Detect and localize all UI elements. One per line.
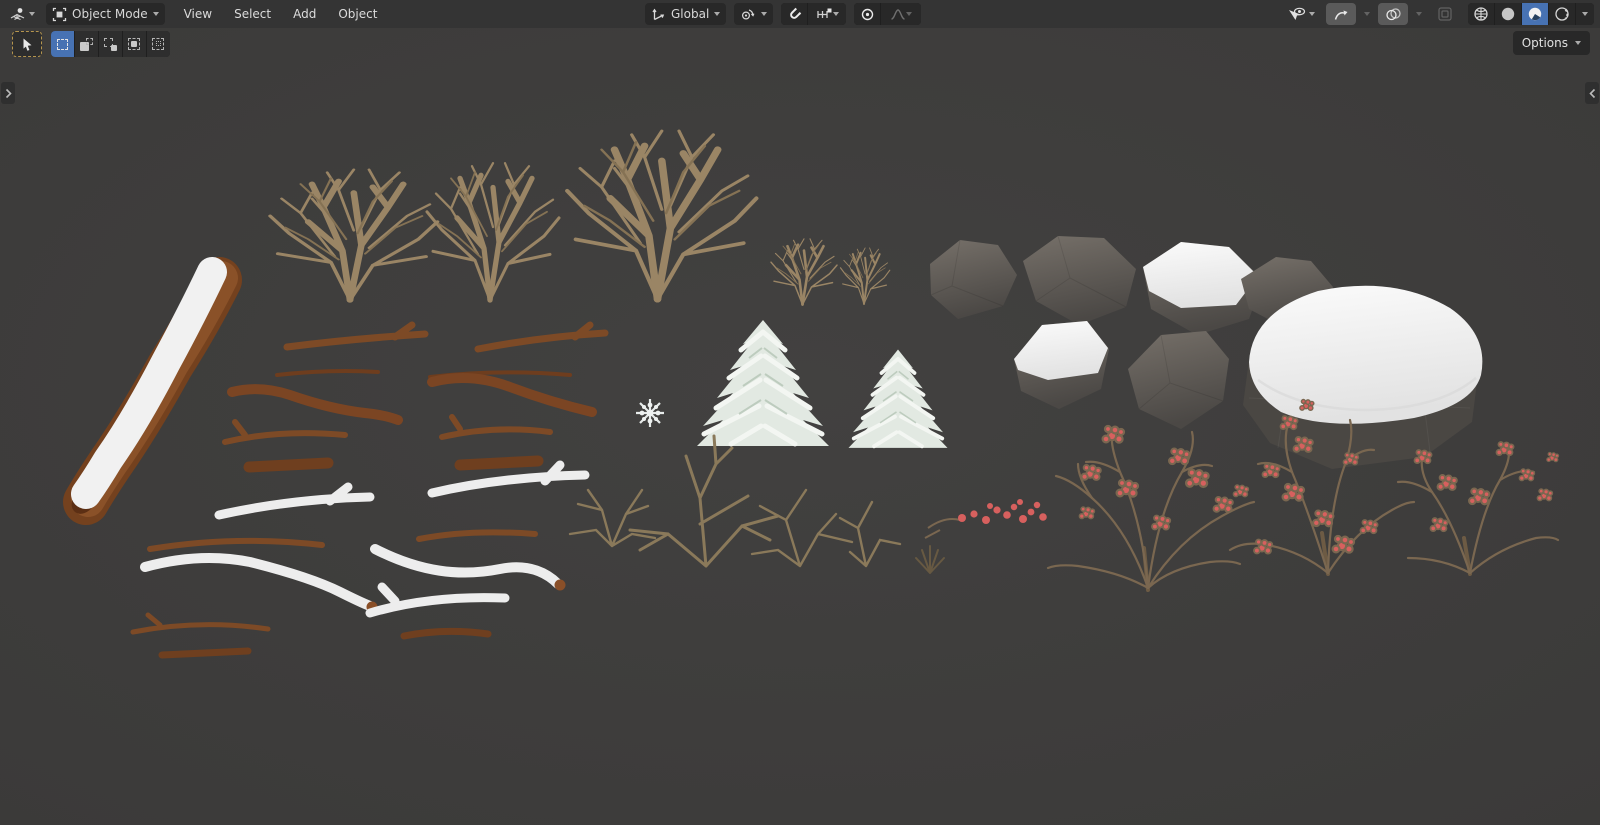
gizmos-dropdown-chevron[interactable]: [1364, 12, 1370, 16]
menu-view[interactable]: View: [173, 3, 223, 25]
chevron-down-icon: [1309, 12, 1315, 16]
mode-selector[interactable]: Object Mode: [46, 3, 165, 25]
object-mode-icon: [52, 7, 67, 21]
material-preview-shading-icon: [1528, 7, 1542, 21]
shading-solid-button[interactable]: [1495, 3, 1521, 25]
pivot-point-dropdown[interactable]: [734, 3, 774, 25]
falloff-curve-icon: [891, 8, 906, 20]
orientation-axes-icon: [652, 8, 665, 20]
shading-wireframe-button[interactable]: [1468, 3, 1494, 25]
mode-selector-label: Object Mode: [72, 7, 148, 21]
select-subtract-icon: [104, 37, 117, 51]
select-mode-intersect[interactable]: [147, 31, 170, 57]
snap-with-dropdown[interactable]: [808, 3, 847, 25]
proportional-falloff-dropdown[interactable]: [881, 3, 922, 25]
snapping-group: [781, 3, 847, 25]
chevron-down-icon: [1582, 12, 1588, 16]
chevron-right-icon: [5, 88, 12, 98]
snowflake-plant-object[interactable]: [636, 399, 664, 427]
wireframe-shading-icon: [1474, 7, 1488, 21]
menu-add[interactable]: Add: [282, 3, 327, 25]
chevron-down-icon: [761, 12, 768, 16]
select-set-icon: [57, 38, 68, 50]
menu-object[interactable]: Object: [327, 3, 388, 25]
select-mode-extend[interactable]: [75, 31, 98, 57]
pivot-point-icon: [742, 8, 755, 20]
snap-increment-icon: [817, 8, 832, 18]
sidebar-region-expand-toggle[interactable]: [1585, 82, 1599, 104]
viewport-header: Object Mode View Select Add Object Globa…: [0, 0, 1600, 28]
transform-orientation-label: Global: [671, 7, 710, 21]
chevron-down-icon: [152, 12, 159, 16]
object-visibility-dropdown[interactable]: [1284, 3, 1318, 25]
select-invert-icon: [128, 37, 141, 51]
select-mode-group: [51, 31, 170, 57]
object-visibility-eye-icon: [1289, 7, 1306, 20]
gizmo-arrow-icon: [1334, 10, 1348, 20]
chevron-down-icon: [29, 12, 35, 16]
select-mode-set[interactable]: [51, 31, 74, 57]
select-intersect-icon: [152, 37, 165, 51]
editor-type-dropdown[interactable]: [6, 3, 38, 25]
xray-toggle[interactable]: [1430, 3, 1460, 25]
3d-viewport[interactable]: [0, 28, 1600, 825]
chevron-down-icon: [714, 12, 721, 16]
menu-select[interactable]: Select: [223, 3, 282, 25]
shading-rendered-button[interactable]: [1549, 3, 1575, 25]
select-mode-invert[interactable]: [123, 31, 146, 57]
transform-orientation-dropdown[interactable]: Global: [645, 3, 727, 25]
blender-3d-viewport-window: { "header": { "editor_type_icon": "edito…: [0, 0, 1600, 825]
snap-toggle[interactable]: [781, 3, 808, 25]
active-tool-select-box-button[interactable]: [12, 31, 42, 57]
cursor-arrow-icon: [23, 38, 31, 51]
header-right-group: [1284, 0, 1594, 28]
header-center-group: Global: [645, 0, 922, 28]
editor-type-3d-viewport-icon: [10, 8, 25, 21]
chevron-down-icon: [832, 12, 839, 16]
gizmos-toggle[interactable]: [1326, 3, 1356, 25]
chevron-down-icon: [1575, 41, 1581, 45]
overlays-dropdown-chevron[interactable]: [1416, 12, 1422, 16]
options-dropdown[interactable]: Options: [1512, 31, 1590, 55]
menu-bar: View Select Add Object: [173, 3, 389, 25]
chevron-down-icon: [906, 12, 913, 16]
proportional-editing-toggle[interactable]: [854, 3, 881, 25]
chevron-left-icon: [1588, 88, 1595, 98]
toolbar-region-expand-toggle[interactable]: [1, 82, 15, 104]
header-left-group: Object Mode View Select Add Object: [6, 0, 388, 28]
shading-mode-group: [1468, 3, 1594, 25]
rendered-shading-icon: [1555, 7, 1569, 21]
overlays-toggle[interactable]: [1378, 3, 1408, 25]
select-mode-subtract[interactable]: [99, 31, 122, 57]
magnet-icon: [789, 7, 801, 19]
solid-shading-icon: [1501, 7, 1515, 21]
shading-dropdown[interactable]: [1576, 3, 1594, 25]
tool-header-left: [12, 31, 170, 57]
proportional-editing-icon: [861, 8, 873, 20]
shading-material-preview-button[interactable]: [1522, 3, 1548, 25]
options-label: Options: [1521, 36, 1568, 50]
proportional-editing-group: [854, 3, 922, 25]
xray-toggle-icon: [1438, 7, 1452, 21]
overlays-icon: [1385, 7, 1401, 20]
select-extend-icon: [80, 37, 93, 51]
